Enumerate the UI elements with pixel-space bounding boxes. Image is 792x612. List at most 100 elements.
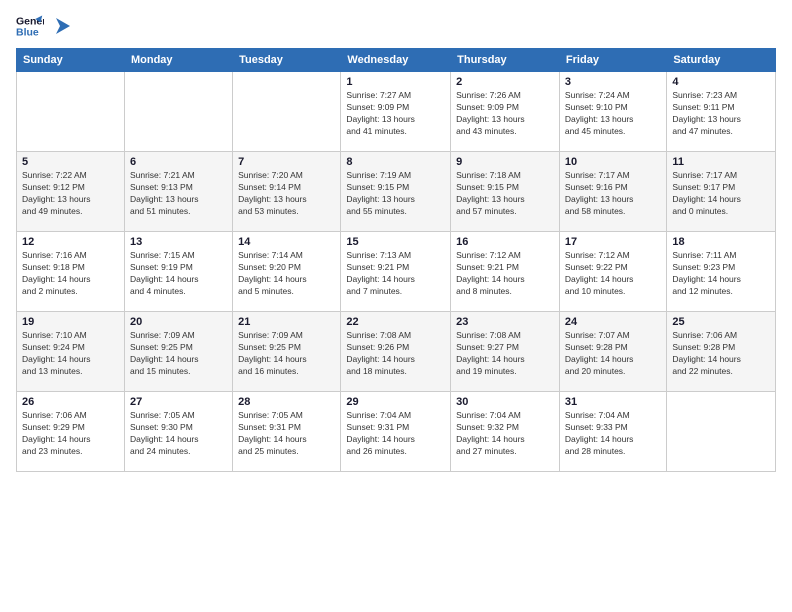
- svg-text:Blue: Blue: [16, 27, 39, 39]
- day-number: 13: [130, 236, 227, 248]
- day-info: Sunrise: 7:08 AM Sunset: 9:26 PM Dayligh…: [346, 330, 445, 378]
- day-number: 20: [130, 316, 227, 328]
- day-number: 28: [238, 396, 335, 408]
- day-info: Sunrise: 7:14 AM Sunset: 9:20 PM Dayligh…: [238, 250, 335, 298]
- day-number: 27: [130, 396, 227, 408]
- day-number: 1: [346, 76, 445, 88]
- day-number: 11: [672, 156, 770, 168]
- calendar-cell: 27 Sunrise: 7:05 AM Sunset: 9:30 PM Dayli…: [124, 392, 232, 472]
- calendar-table: SundayMondayTuesdayWednesdayThursdayFrid…: [16, 48, 776, 472]
- day-number: 5: [22, 156, 119, 168]
- col-header-tuesday: Tuesday: [233, 49, 341, 72]
- day-info: Sunrise: 7:12 AM Sunset: 9:21 PM Dayligh…: [456, 250, 554, 298]
- calendar-cell: 17 Sunrise: 7:12 AM Sunset: 9:22 PM Dayli…: [559, 232, 666, 312]
- calendar-cell: [233, 72, 341, 152]
- calendar-cell: 9 Sunrise: 7:18 AM Sunset: 9:15 PM Daylig…: [451, 152, 560, 232]
- day-info: Sunrise: 7:26 AM Sunset: 9:09 PM Dayligh…: [456, 90, 554, 138]
- day-number: 25: [672, 316, 770, 328]
- calendar-cell: 28 Sunrise: 7:05 AM Sunset: 9:31 PM Dayli…: [233, 392, 341, 472]
- day-info: Sunrise: 7:13 AM Sunset: 9:21 PM Dayligh…: [346, 250, 445, 298]
- calendar-cell: 30 Sunrise: 7:04 AM Sunset: 9:32 PM Dayli…: [451, 392, 560, 472]
- day-info: Sunrise: 7:23 AM Sunset: 9:11 PM Dayligh…: [672, 90, 770, 138]
- col-header-monday: Monday: [124, 49, 232, 72]
- day-number: 2: [456, 76, 554, 88]
- day-number: 4: [672, 76, 770, 88]
- day-info: Sunrise: 7:06 AM Sunset: 9:28 PM Dayligh…: [672, 330, 770, 378]
- day-number: 19: [22, 316, 119, 328]
- day-number: 16: [456, 236, 554, 248]
- day-number: 3: [565, 76, 661, 88]
- calendar-cell: 8 Sunrise: 7:19 AM Sunset: 9:15 PM Daylig…: [341, 152, 451, 232]
- day-info: Sunrise: 7:08 AM Sunset: 9:27 PM Dayligh…: [456, 330, 554, 378]
- calendar-cell: 29Sunrise: 7:04 AM Sunset: 9:31 PM Dayli…: [341, 392, 451, 472]
- calendar-cell: 15 Sunrise: 7:13 AM Sunset: 9:21 PM Dayli…: [341, 232, 451, 312]
- day-number: 7: [238, 156, 335, 168]
- day-number: 21: [238, 316, 335, 328]
- day-info: Sunrise: 7:17 AM Sunset: 9:16 PM Dayligh…: [565, 170, 661, 218]
- day-info: Sunrise: 7:09 AM Sunset: 9:25 PM Dayligh…: [238, 330, 335, 378]
- calendar-cell: 12 Sunrise: 7:16 AM Sunset: 9:18 PM Dayli…: [17, 232, 125, 312]
- calendar-cell: 1Sunrise: 7:27 AM Sunset: 9:09 PM Daylig…: [341, 72, 451, 152]
- day-info: Sunrise: 7:06 AM Sunset: 9:29 PM Dayligh…: [22, 410, 119, 458]
- calendar-cell: 2 Sunrise: 7:26 AM Sunset: 9:09 PM Daylig…: [451, 72, 560, 152]
- day-number: 8: [346, 156, 445, 168]
- day-info: Sunrise: 7:16 AM Sunset: 9:18 PM Dayligh…: [22, 250, 119, 298]
- day-info: Sunrise: 7:15 AM Sunset: 9:19 PM Dayligh…: [130, 250, 227, 298]
- col-header-saturday: Saturday: [667, 49, 776, 72]
- calendar-cell: 19Sunrise: 7:10 AM Sunset: 9:24 PM Dayli…: [17, 312, 125, 392]
- day-number: 17: [565, 236, 661, 248]
- day-info: Sunrise: 7:05 AM Sunset: 9:31 PM Dayligh…: [238, 410, 335, 458]
- calendar-cell: 18Sunrise: 7:11 AM Sunset: 9:23 PM Dayli…: [667, 232, 776, 312]
- calendar-cell: 23 Sunrise: 7:08 AM Sunset: 9:27 PM Dayli…: [451, 312, 560, 392]
- day-info: Sunrise: 7:22 AM Sunset: 9:12 PM Dayligh…: [22, 170, 119, 218]
- day-number: 12: [22, 236, 119, 248]
- logo: General Blue: [16, 12, 72, 40]
- day-info: Sunrise: 7:05 AM Sunset: 9:30 PM Dayligh…: [130, 410, 227, 458]
- calendar-week-5: 26 Sunrise: 7:06 AM Sunset: 9:29 PM Dayli…: [17, 392, 776, 472]
- calendar-cell: 13 Sunrise: 7:15 AM Sunset: 9:19 PM Dayli…: [124, 232, 232, 312]
- day-number: 26: [22, 396, 119, 408]
- day-number: 15: [346, 236, 445, 248]
- calendar-cell: 3 Sunrise: 7:24 AM Sunset: 9:10 PM Daylig…: [559, 72, 666, 152]
- day-info: Sunrise: 7:04 AM Sunset: 9:32 PM Dayligh…: [456, 410, 554, 458]
- day-info: Sunrise: 7:09 AM Sunset: 9:25 PM Dayligh…: [130, 330, 227, 378]
- calendar-week-3: 12 Sunrise: 7:16 AM Sunset: 9:18 PM Dayli…: [17, 232, 776, 312]
- calendar-cell: 31 Sunrise: 7:04 AM Sunset: 9:33 PM Dayli…: [559, 392, 666, 472]
- day-info: Sunrise: 7:18 AM Sunset: 9:15 PM Dayligh…: [456, 170, 554, 218]
- calendar-week-1: 1Sunrise: 7:27 AM Sunset: 9:09 PM Daylig…: [17, 72, 776, 152]
- col-header-wednesday: Wednesday: [341, 49, 451, 72]
- day-number: 24: [565, 316, 661, 328]
- day-number: 23: [456, 316, 554, 328]
- day-number: 9: [456, 156, 554, 168]
- calendar-cell: 26 Sunrise: 7:06 AM Sunset: 9:29 PM Dayli…: [17, 392, 125, 472]
- header: General Blue: [16, 12, 776, 40]
- day-info: Sunrise: 7:12 AM Sunset: 9:22 PM Dayligh…: [565, 250, 661, 298]
- calendar-week-4: 19Sunrise: 7:10 AM Sunset: 9:24 PM Dayli…: [17, 312, 776, 392]
- calendar-page: General Blue SundayMondayTuesdayWednesda…: [0, 0, 792, 612]
- day-number: 30: [456, 396, 554, 408]
- day-info: Sunrise: 7:21 AM Sunset: 9:13 PM Dayligh…: [130, 170, 227, 218]
- calendar-cell: 5 Sunrise: 7:22 AM Sunset: 9:12 PM Daylig…: [17, 152, 125, 232]
- calendar-cell: [17, 72, 125, 152]
- calendar-cell: 10 Sunrise: 7:17 AM Sunset: 9:16 PM Dayli…: [559, 152, 666, 232]
- calendar-cell: 7 Sunrise: 7:20 AM Sunset: 9:14 PM Daylig…: [233, 152, 341, 232]
- logo-arrow-icon: [52, 16, 72, 36]
- day-info: Sunrise: 7:17 AM Sunset: 9:17 PM Dayligh…: [672, 170, 770, 218]
- day-number: 10: [565, 156, 661, 168]
- day-info: Sunrise: 7:11 AM Sunset: 9:23 PM Dayligh…: [672, 250, 770, 298]
- day-number: 31: [565, 396, 661, 408]
- col-header-thursday: Thursday: [451, 49, 560, 72]
- col-header-friday: Friday: [559, 49, 666, 72]
- day-info: Sunrise: 7:04 AM Sunset: 9:33 PM Dayligh…: [565, 410, 661, 458]
- calendar-cell: 16 Sunrise: 7:12 AM Sunset: 9:21 PM Dayli…: [451, 232, 560, 312]
- calendar-cell: 4 Sunrise: 7:23 AM Sunset: 9:11 PM Daylig…: [667, 72, 776, 152]
- calendar-cell: 11 Sunrise: 7:17 AM Sunset: 9:17 PM Dayli…: [667, 152, 776, 232]
- calendar-cell: 6Sunrise: 7:21 AM Sunset: 9:13 PM Daylig…: [124, 152, 232, 232]
- day-info: Sunrise: 7:24 AM Sunset: 9:10 PM Dayligh…: [565, 90, 661, 138]
- day-number: 22: [346, 316, 445, 328]
- day-info: Sunrise: 7:19 AM Sunset: 9:15 PM Dayligh…: [346, 170, 445, 218]
- calendar-cell: [124, 72, 232, 152]
- calendar-cell: 21 Sunrise: 7:09 AM Sunset: 9:25 PM Dayli…: [233, 312, 341, 392]
- calendar-cell: 22 Sunrise: 7:08 AM Sunset: 9:26 PM Dayli…: [341, 312, 451, 392]
- day-info: Sunrise: 7:20 AM Sunset: 9:14 PM Dayligh…: [238, 170, 335, 218]
